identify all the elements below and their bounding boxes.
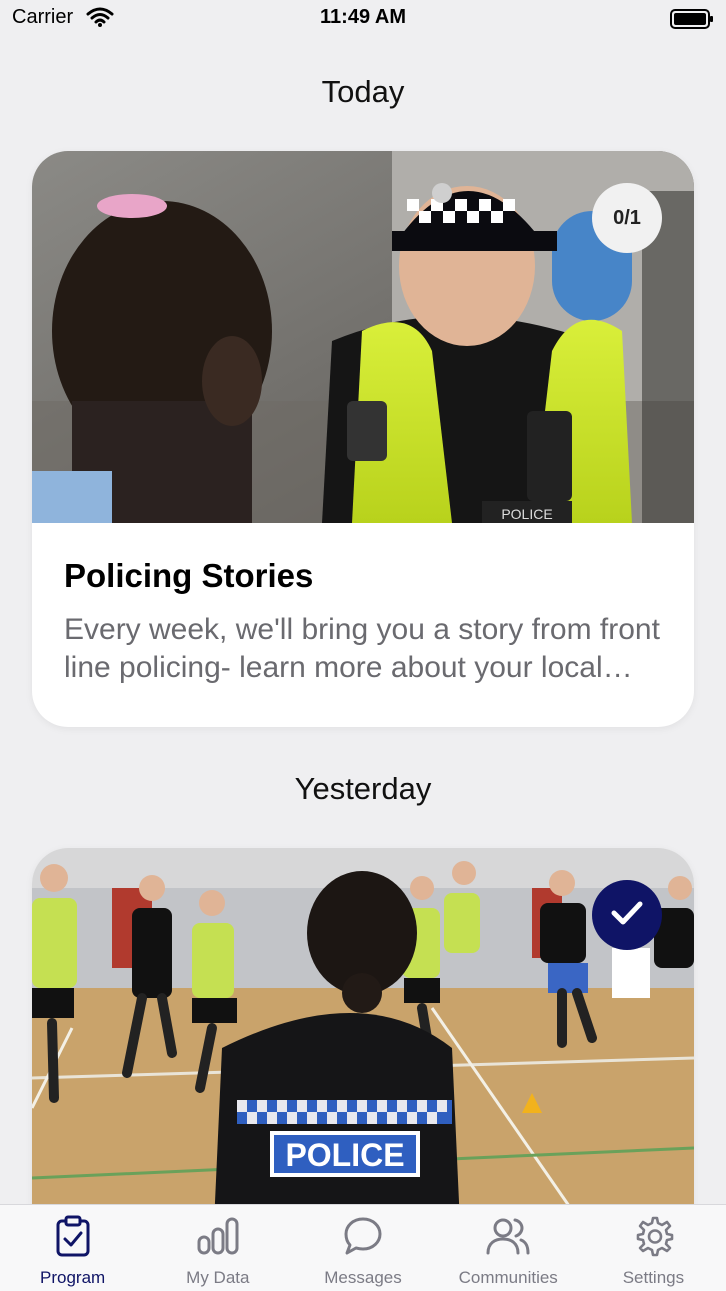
tab-label: Program bbox=[40, 1268, 106, 1287]
status-time: 11:49 AM bbox=[320, 6, 406, 28]
people-icon bbox=[485, 1215, 531, 1262]
gear-icon bbox=[632, 1215, 674, 1262]
card-title: Policing Stories bbox=[64, 557, 314, 594]
progress-badge: 0/1 bbox=[592, 183, 662, 253]
chat-bubble-icon bbox=[342, 1215, 384, 1262]
tab-label: Messages bbox=[324, 1268, 402, 1287]
tab-label: Communities bbox=[458, 1268, 558, 1287]
checkmark-icon bbox=[611, 900, 643, 931]
battery-icon bbox=[670, 8, 714, 35]
section-title-yesterday: Yesterday bbox=[294, 771, 432, 806]
tab-settings[interactable]: Settings bbox=[581, 1205, 726, 1291]
section-title-today: Today bbox=[321, 74, 405, 109]
tab-communities[interactable]: Communities bbox=[436, 1205, 581, 1291]
tab-label: Settings bbox=[622, 1268, 685, 1287]
tab-my-data[interactable]: My Data bbox=[145, 1205, 290, 1291]
police-vest-text: POLICE bbox=[285, 1137, 404, 1173]
card-body: Policing Stories Every week, we'll bring… bbox=[32, 523, 694, 727]
bar-chart-icon bbox=[196, 1215, 240, 1262]
card-description: Every week, we'll bring you a story from… bbox=[64, 613, 660, 684]
tab-label: My Data bbox=[186, 1268, 250, 1287]
card-image: POLICE 0/1 bbox=[32, 151, 694, 523]
tab-messages[interactable]: Messages bbox=[290, 1205, 435, 1291]
tab-program[interactable]: Program bbox=[0, 1205, 145, 1291]
officer-badge-text: POLICE bbox=[501, 506, 552, 522]
program-card-policing-stories[interactable]: POLICE 0/1 Policing Stories Every week, bbox=[32, 151, 694, 727]
clipboard-check-icon bbox=[53, 1215, 93, 1262]
status-bar: Carrier 11:49 AM bbox=[0, 0, 726, 40]
tab-bar: Program My Data Messages Communities Set… bbox=[0, 1204, 726, 1291]
completed-badge bbox=[592, 880, 662, 950]
